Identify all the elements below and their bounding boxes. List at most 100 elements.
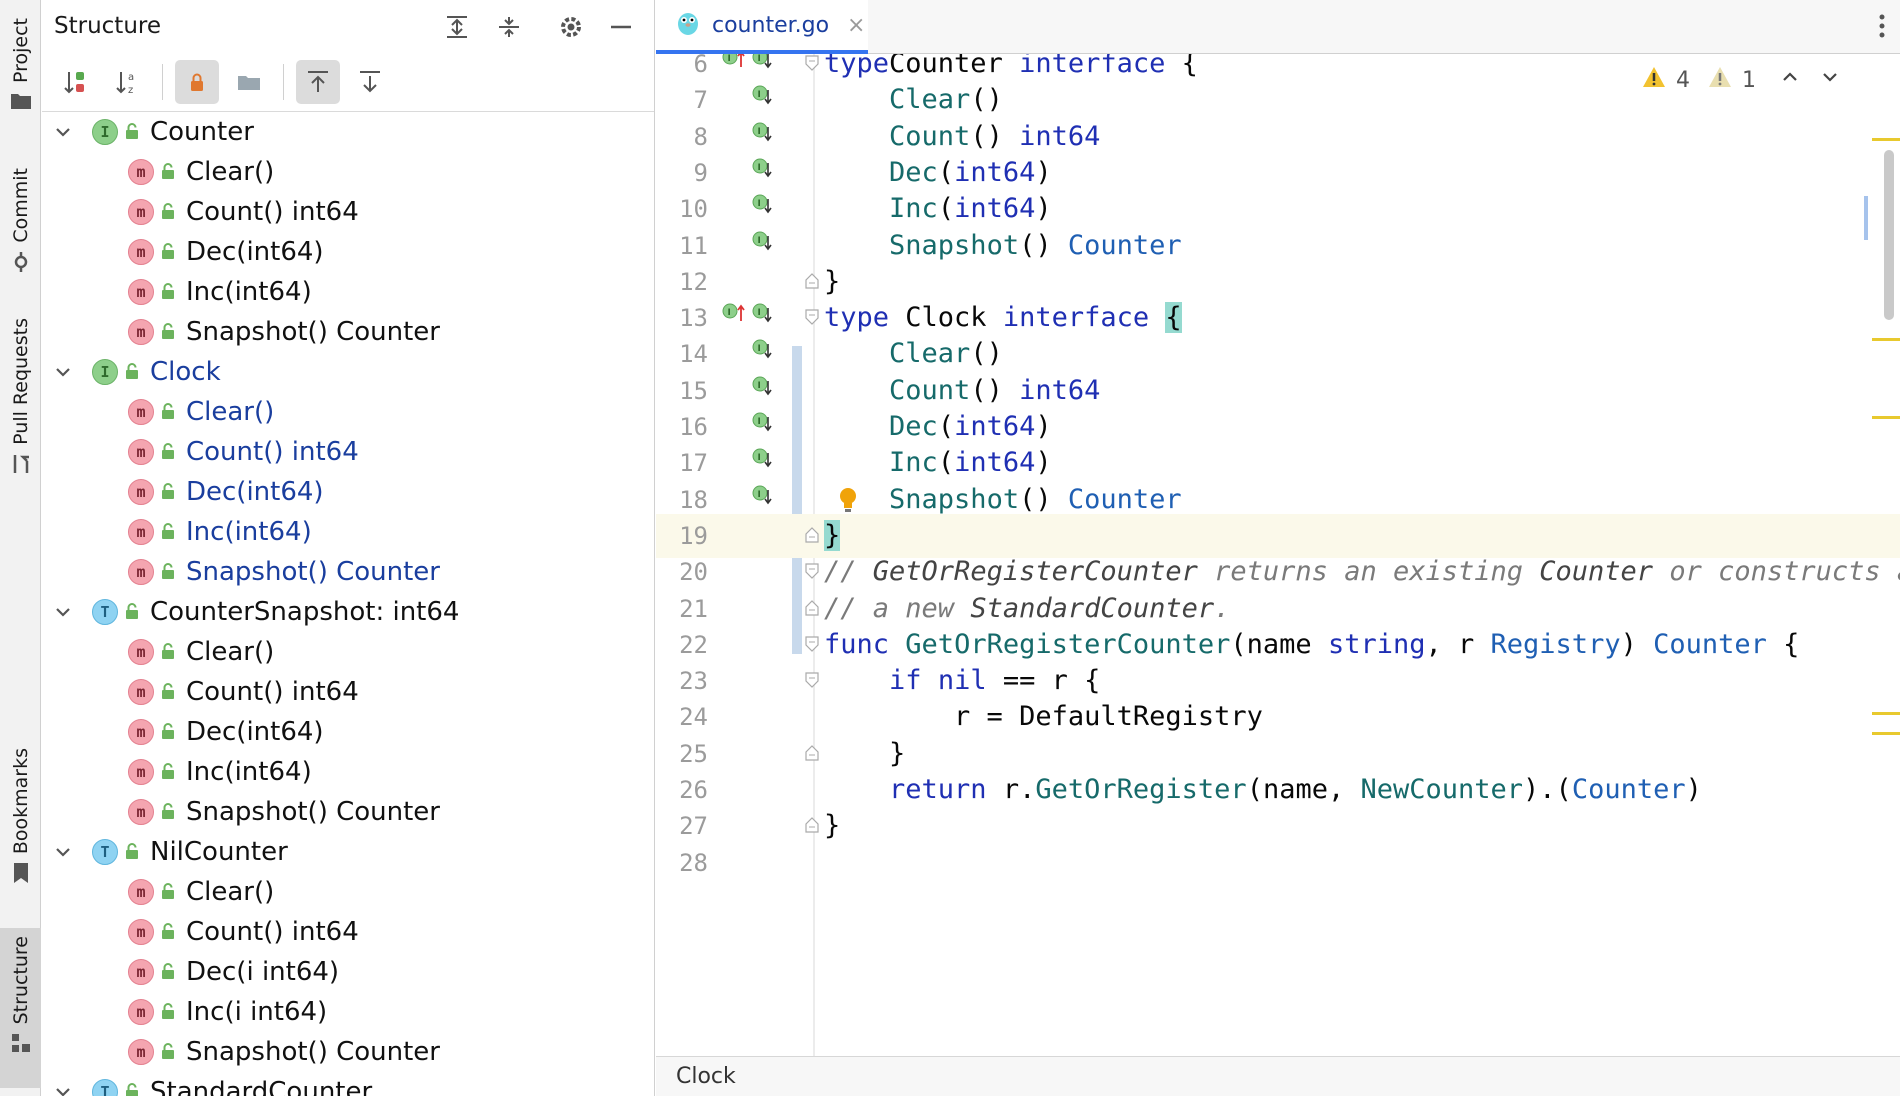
line-number[interactable]: 28 — [656, 849, 708, 877]
tree-node[interactable]: T NilCounter — [42, 832, 654, 872]
line-number[interactable]: 13 — [656, 304, 708, 332]
tree-child-node[interactable]: m Count() int64 — [42, 432, 654, 472]
chevron-down-icon[interactable] — [52, 600, 74, 630]
line-number[interactable]: 12 — [656, 268, 708, 296]
fold-collapse-icon[interactable] — [804, 635, 820, 657]
tree-child-node[interactable]: m Snapshot() Counter — [42, 1032, 654, 1072]
line-number[interactable]: 19 — [656, 522, 708, 550]
line-number[interactable]: 16 — [656, 413, 708, 441]
chevron-down-icon[interactable] — [52, 120, 74, 150]
minimize-icon[interactable] — [604, 10, 638, 44]
next-highlight-icon[interactable] — [1820, 67, 1840, 93]
fold-collapse-icon[interactable] — [804, 671, 820, 693]
line-number[interactable]: 15 — [656, 377, 708, 405]
tool-window-tab-pull-requests[interactable]: Pull Requests — [0, 310, 41, 500]
tree-child-node[interactable]: m Snapshot() Counter — [42, 312, 654, 352]
navigate-to-source-icon[interactable] — [348, 60, 392, 104]
warning-stripe-mark[interactable] — [1872, 338, 1900, 341]
chevron-down-icon[interactable] — [52, 360, 74, 390]
tree-child-node[interactable]: m Dec(int64) — [42, 472, 654, 512]
implements-icon[interactable]: I — [752, 230, 772, 256]
implements-icon[interactable]: I — [752, 54, 772, 74]
line-number[interactable]: 11 — [656, 232, 708, 260]
tool-window-tab-bookmarks[interactable]: Bookmarks — [0, 740, 41, 900]
tree-child-node[interactable]: m Clear() — [42, 152, 654, 192]
vertical-scrollbar[interactable] — [1884, 150, 1894, 320]
fold-collapse-icon[interactable] — [804, 562, 820, 584]
line-number[interactable]: 23 — [656, 667, 708, 695]
line-number[interactable]: 17 — [656, 449, 708, 477]
implements-icon[interactable]: I — [752, 484, 772, 510]
line-number[interactable]: 18 — [656, 486, 708, 514]
fold-end-icon[interactable] — [804, 816, 820, 838]
implements-icon[interactable]: I — [752, 84, 772, 110]
tab-close-icon[interactable]: × — [847, 13, 865, 38]
implements-icon[interactable]: I — [752, 338, 772, 364]
inspection-widget[interactable]: 4 1 — [1642, 66, 1840, 94]
fold-collapse-icon[interactable] — [804, 308, 820, 330]
implements-icon[interactable]: I — [752, 447, 772, 473]
tree-child-node[interactable]: m Inc(int64) — [42, 512, 654, 552]
code-line[interactable]: 28 — [656, 841, 1900, 885]
breadcrumb-item[interactable]: Clock — [676, 1064, 736, 1089]
tree-node[interactable]: I Counter — [42, 112, 654, 152]
fold-end-icon[interactable] — [804, 526, 820, 548]
line-number[interactable]: 21 — [656, 595, 708, 623]
chevron-down-icon[interactable] — [52, 1080, 74, 1096]
tree-node[interactable]: I Clock — [42, 352, 654, 392]
line-number[interactable]: 27 — [656, 812, 708, 840]
tool-window-tab-project[interactable]: Project — [0, 10, 41, 130]
line-number[interactable]: 6 — [656, 54, 708, 78]
tree-child-node[interactable]: m Clear() — [42, 392, 654, 432]
tree-node[interactable]: T StandardCounter — [42, 1072, 654, 1096]
editor-tab[interactable]: counter.go × — [656, 0, 868, 54]
implements-icon[interactable]: I — [752, 302, 772, 328]
line-number[interactable]: 25 — [656, 740, 708, 768]
warning-stripe-mark[interactable] — [1872, 732, 1900, 735]
line-number[interactable]: 9 — [656, 159, 708, 187]
tree-child-node[interactable]: m Clear() — [42, 632, 654, 672]
tree-child-node[interactable]: m Inc(int64) — [42, 272, 654, 312]
line-number[interactable]: 8 — [656, 123, 708, 151]
implemented-by-icon[interactable]: I — [722, 302, 746, 328]
line-number[interactable]: 10 — [656, 195, 708, 223]
code-view[interactable]: 6 I ItypeCounter interface {7 I Clear() 8 I C… — [656, 54, 1900, 1056]
tree-child-node[interactable]: m Dec(int64) — [42, 232, 654, 272]
previous-highlight-icon[interactable] — [1780, 67, 1800, 93]
tree-child-node[interactable]: m Dec(int64) — [42, 712, 654, 752]
implements-icon[interactable]: I — [752, 121, 772, 147]
more-options-icon[interactable] — [1878, 12, 1886, 44]
tree-child-node[interactable]: m Inc(i int64) — [42, 992, 654, 1032]
tree-child-node[interactable]: m Snapshot() Counter — [42, 552, 654, 592]
tree-child-node[interactable]: m Dec(i int64) — [42, 952, 654, 992]
implemented-by-icon[interactable]: I — [722, 54, 746, 74]
line-number[interactable]: 22 — [656, 631, 708, 659]
tool-window-tab-structure[interactable]: Structure — [0, 928, 41, 1088]
show-fields-icon[interactable] — [227, 60, 271, 104]
implements-icon[interactable]: I — [752, 411, 772, 437]
warning-stripe-mark[interactable] — [1872, 416, 1900, 419]
fold-end-icon[interactable] — [804, 744, 820, 766]
change-stripe-mark[interactable] — [1864, 196, 1868, 240]
gear-icon[interactable] — [554, 10, 588, 44]
expand-all-icon[interactable] — [440, 10, 474, 44]
sort-by-visibility-icon[interactable] — [54, 60, 98, 104]
tree-child-node[interactable]: m Count() int64 — [42, 192, 654, 232]
navigate-from-source-icon[interactable] — [296, 59, 340, 104]
implements-icon[interactable]: I — [752, 157, 772, 183]
implements-icon[interactable]: I — [752, 193, 772, 219]
chevron-down-icon[interactable] — [52, 840, 74, 870]
tree-child-node[interactable]: m Count() int64 — [42, 672, 654, 712]
tool-window-tab-commit[interactable]: Commit — [0, 160, 41, 280]
line-number[interactable]: 20 — [656, 558, 708, 586]
line-number[interactable]: 24 — [656, 703, 708, 731]
fold-end-icon[interactable] — [804, 272, 820, 294]
fold-collapse-icon[interactable] — [804, 54, 820, 76]
tree-child-node[interactable]: m Count() int64 — [42, 912, 654, 952]
breadcrumb[interactable]: Clock — [656, 1056, 1900, 1096]
warning-stripe-mark[interactable] — [1872, 138, 1900, 141]
implements-icon[interactable]: I — [752, 375, 772, 401]
show-private-icon[interactable] — [175, 59, 219, 104]
tree-node[interactable]: T CounterSnapshot: int64 — [42, 592, 654, 632]
tree-child-node[interactable]: m Clear() — [42, 872, 654, 912]
